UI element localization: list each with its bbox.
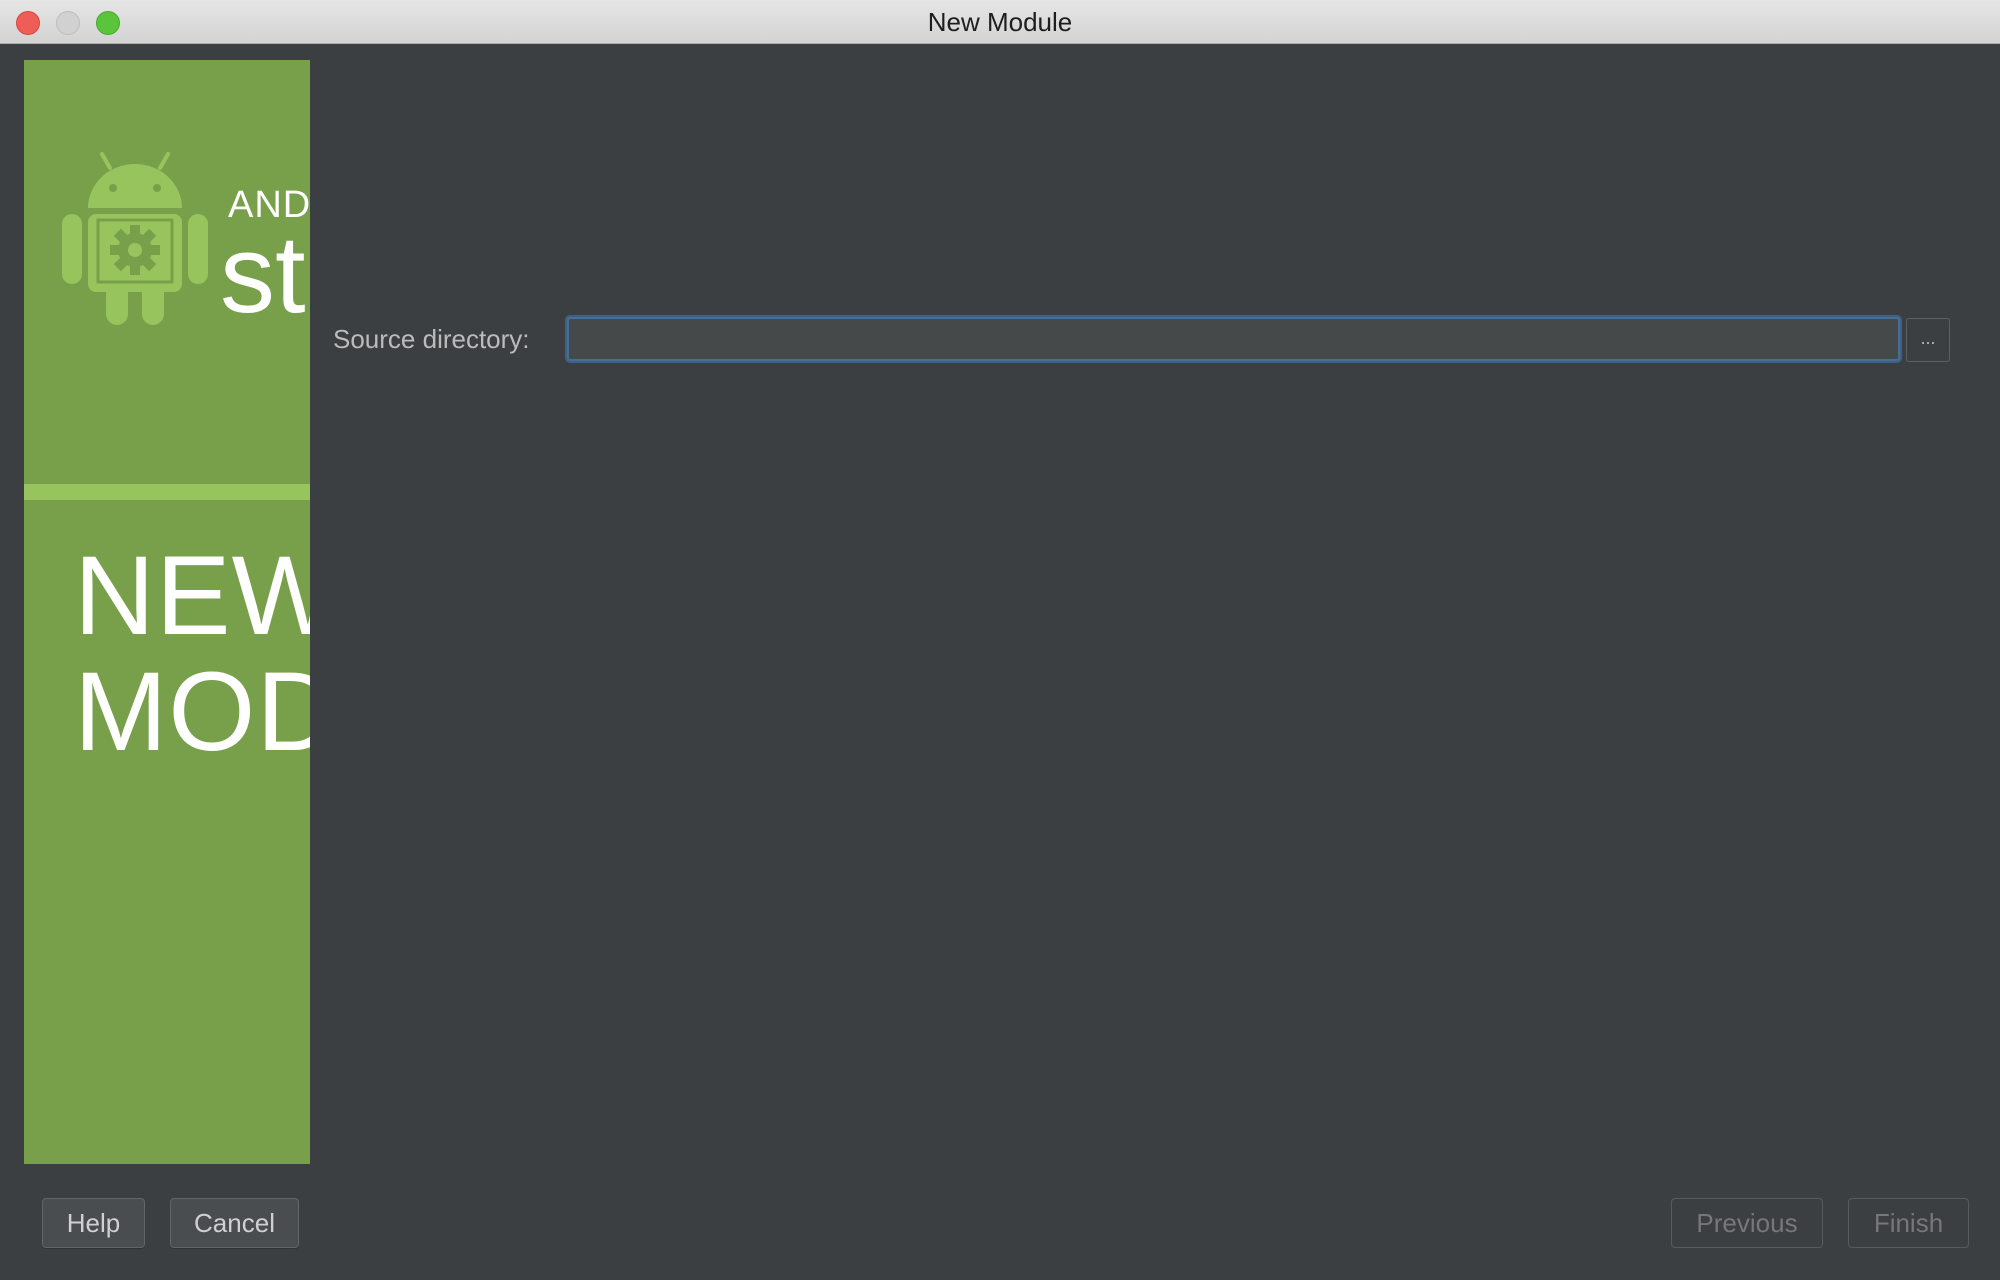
source-directory-label: Source directory: [333,324,530,354]
window-title: New Module [927,7,1073,37]
finish-button[interactable]: Finish [1848,1198,1969,1248]
previous-button[interactable]: Previous [1671,1198,1823,1248]
banner-title-line-2: MOD [74,649,310,774]
brand-studio-text: st [220,213,306,336]
banner-title-line-1: NEW [74,533,310,658]
new-module-dialog: New Module AND st NEW MOD Source directo… [0,0,2000,1280]
cancel-button[interactable]: Cancel [170,1198,299,1248]
title-bar: New Module [0,0,2000,44]
browse-directory-button[interactable]: ... [1906,318,1950,362]
help-button[interactable]: Help [42,1198,145,1248]
android-robot-icon [62,152,208,325]
banner-title: NEW MOD [74,538,310,770]
banner-divider [24,484,310,500]
android-studio-banner: ANDR st NEW MOD [24,60,310,1164]
source-directory-input[interactable] [567,317,1900,361]
